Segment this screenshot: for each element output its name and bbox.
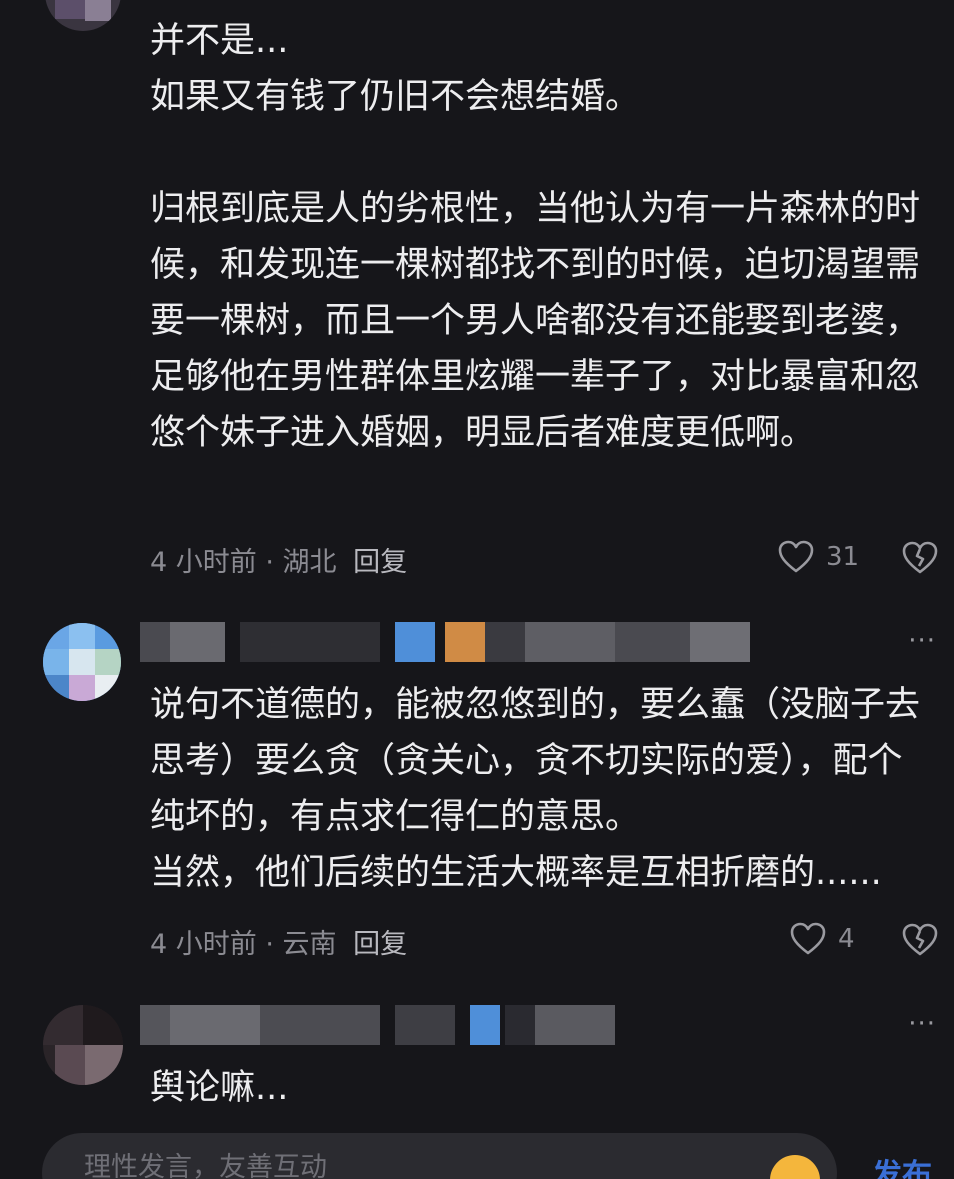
emoji-icon[interactable] xyxy=(770,1155,820,1179)
comment-meta: 4 小时前 · 云南 回复 xyxy=(150,922,407,961)
reply-button[interactable]: 回复 xyxy=(353,929,407,960)
broken-heart-icon xyxy=(902,541,938,574)
meta-separator: · xyxy=(256,929,283,960)
more-options-button[interactable]: ··· xyxy=(908,626,936,656)
more-options-button[interactable]: ··· xyxy=(908,1009,936,1039)
meta-separator: · xyxy=(256,547,283,578)
comment-location: 湖北 xyxy=(282,547,337,578)
comment-input[interactable]: 理性发言，友善互动 xyxy=(84,1145,327,1179)
broken-heart-icon xyxy=(902,923,938,956)
comment-meta: 4 小时前 · 湖北 回复 xyxy=(150,540,407,579)
comment-text: 并不是... 如果又有钱了仍旧不会想结婚。 归根到底是人的劣根性，当他认为有一片… xyxy=(150,21,921,453)
avatar[interactable] xyxy=(43,1005,123,1085)
comment-text: 说句不道德的，能被忽悠到的，要么蠢（没脑子去思考）要么贪（贪关心，贪不切实际的爱… xyxy=(150,685,921,893)
comment-text: 舆论嘛... xyxy=(150,1068,289,1108)
comment-time: 4 小时前 xyxy=(150,547,257,578)
comment-thread: 并不是... 如果又有钱了仍旧不会想结婚。 归根到底是人的劣根性，当他认为有一片… xyxy=(0,0,954,1179)
like-button[interactable]: 31 xyxy=(778,540,859,574)
dislike-button[interactable] xyxy=(902,541,938,579)
avatar[interactable] xyxy=(45,0,121,31)
reply-button[interactable]: 回复 xyxy=(353,547,407,578)
username-pixelated[interactable] xyxy=(140,622,750,662)
dislike-button[interactable] xyxy=(902,923,938,961)
username-pixelated[interactable] xyxy=(140,1005,615,1045)
like-count: 4 xyxy=(838,924,855,954)
send-button[interactable]: 发布 xyxy=(872,1150,932,1179)
like-count: 31 xyxy=(826,542,860,572)
like-button[interactable]: 4 xyxy=(790,922,855,956)
comment-time: 4 小时前 xyxy=(150,929,257,960)
avatar[interactable] xyxy=(43,623,121,701)
heart-icon xyxy=(778,540,814,573)
comment-input-bar[interactable]: 理性发言，友善互动 xyxy=(42,1133,837,1179)
comment-location: 云南 xyxy=(282,929,337,960)
heart-icon xyxy=(790,922,826,955)
